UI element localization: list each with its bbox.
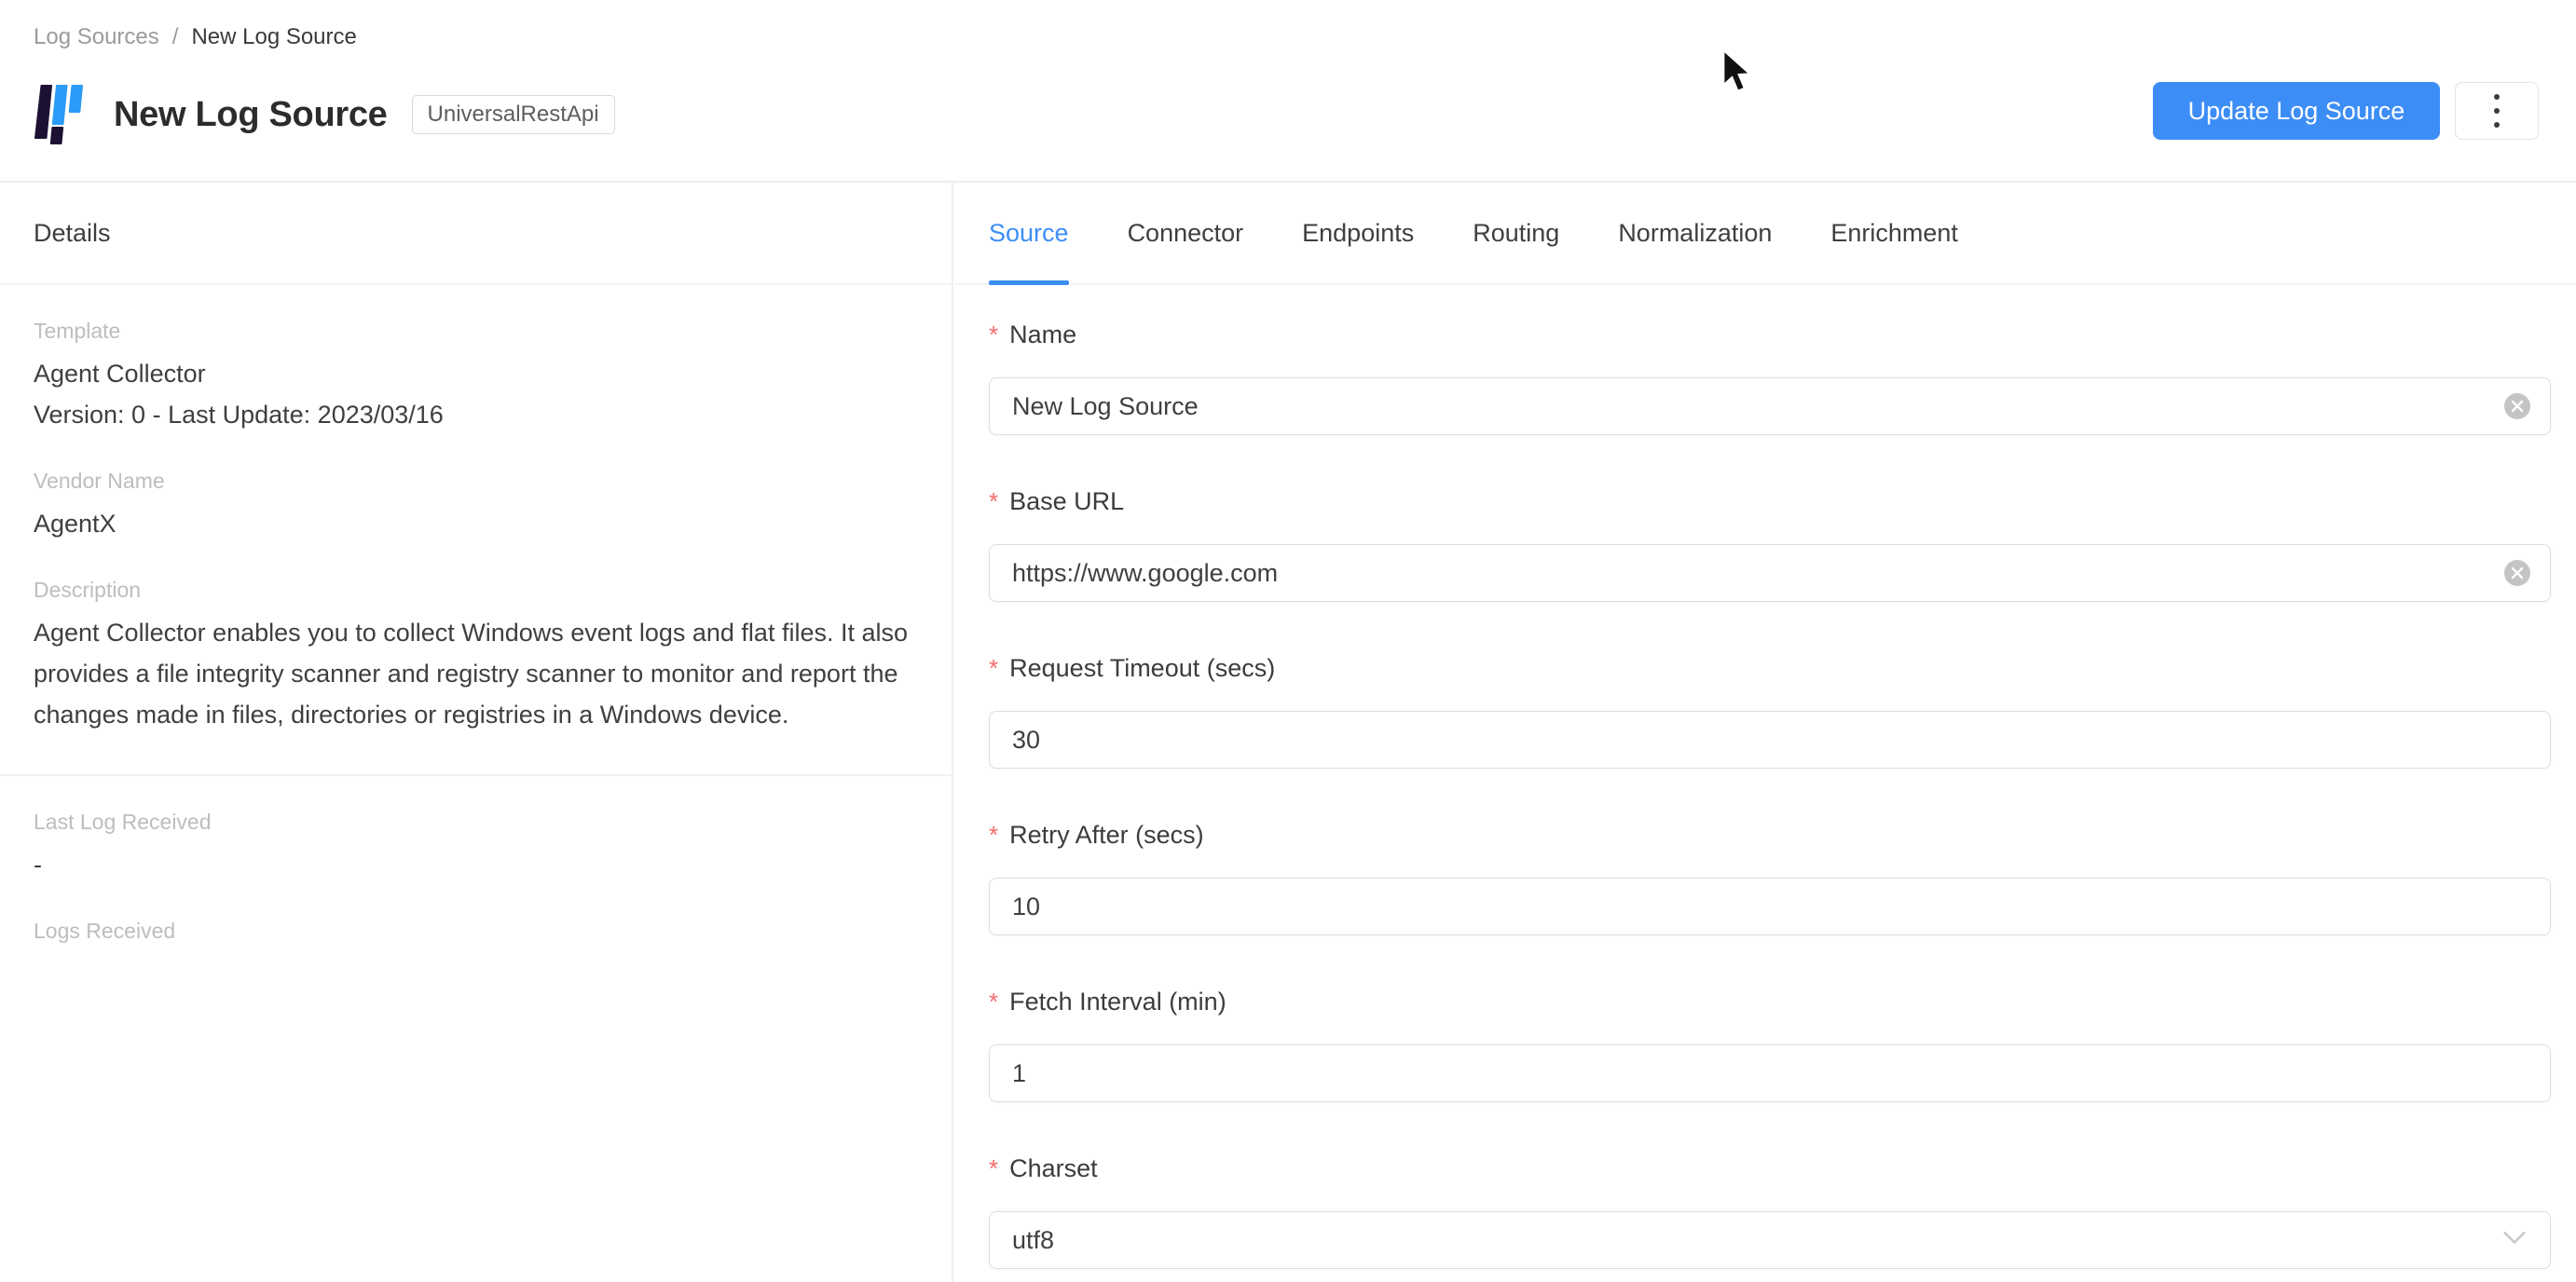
logpoint-logo-icon (34, 85, 88, 144)
last-log-received-value: - (34, 844, 918, 885)
template-section: Template Agent Collector Version: 0 - La… (34, 319, 918, 435)
fetch-interval-control (989, 1044, 2551, 1102)
name-label-text: Name (1009, 320, 1076, 349)
template-version: Version: 0 - Last Update: 2023/03/16 (34, 394, 918, 435)
details-sidebar: Details Template Agent Collector Version… (0, 183, 953, 1282)
chevron-down-icon (2502, 1231, 2527, 1250)
last-log-received-section: Last Log Received - (34, 810, 918, 885)
fetch-interval-label: * Fetch Interval (min) (989, 988, 2551, 1016)
page-header: Log Sources / New Log Source New Log Sou… (0, 0, 2576, 183)
log-source-type-badge: UniversalRestApi (412, 95, 615, 134)
fetch-interval-field-group: * Fetch Interval (min) (989, 988, 2551, 1102)
template-label: Template (34, 319, 918, 344)
kebab-menu-icon (2494, 94, 2500, 128)
charset-label: * Charset (989, 1154, 2551, 1183)
sidebar-divider (0, 774, 952, 776)
description-section: Description Agent Collector enables you … (34, 578, 918, 735)
tab-enrichment[interactable]: Enrichment (1830, 183, 1958, 283)
description-label: Description (34, 578, 918, 603)
base-url-input[interactable] (989, 544, 2551, 602)
base-url-field-group: * Base URL (989, 487, 2551, 602)
log-source-page: Log Sources / New Log Source New Log Sou… (0, 0, 2576, 1282)
vendor-name-value: AgentX (34, 503, 918, 544)
name-input[interactable] (989, 377, 2551, 435)
request-timeout-field-group: * Request Timeout (secs) (989, 654, 2551, 769)
template-name: Agent Collector (34, 353, 918, 394)
vendor-name-label: Vendor Name (34, 469, 918, 494)
request-timeout-label-text: Request Timeout (secs) (1009, 654, 1275, 683)
required-asterisk: * (989, 1154, 998, 1183)
clear-base-url-icon[interactable] (2504, 560, 2530, 586)
required-asterisk: * (989, 320, 998, 349)
charset-select[interactable] (989, 1211, 2551, 1269)
retry-after-field-group: * Retry After (secs) (989, 821, 2551, 935)
retry-after-label: * Retry After (secs) (989, 821, 2551, 850)
tab-normalization[interactable]: Normalization (1618, 183, 1772, 283)
request-timeout-input[interactable] (989, 711, 2551, 769)
title-row: New Log Source UniversalRestApi (34, 80, 615, 149)
charset-label-text: Charset (1009, 1154, 1098, 1183)
logs-received-label: Logs Received (34, 919, 918, 944)
name-label: * Name (989, 320, 2551, 349)
update-log-source-button[interactable]: Update Log Source (2153, 82, 2440, 140)
page-title: New Log Source (114, 95, 388, 135)
tab-bar: Source Connector Endpoints Routing Norma… (955, 183, 2576, 285)
main-panel: Source Connector Endpoints Routing Norma… (955, 183, 2576, 1282)
breadcrumb: Log Sources / New Log Source (34, 24, 357, 50)
vendor-section: Vendor Name AgentX (34, 469, 918, 544)
base-url-control (989, 544, 2551, 602)
base-url-label-text: Base URL (1009, 487, 1124, 516)
logs-received-section: Logs Received (34, 919, 918, 944)
tab-connector[interactable]: Connector (1128, 183, 1244, 283)
retry-after-label-text: Retry After (secs) (1009, 821, 1204, 850)
tab-source[interactable]: Source (989, 183, 1069, 283)
source-form: * Name * Base URL (955, 285, 2576, 1269)
details-sidebar-header: Details (0, 183, 952, 285)
request-timeout-control (989, 711, 2551, 769)
required-asterisk: * (989, 988, 998, 1016)
details-title: Details (34, 219, 111, 248)
required-asterisk: * (989, 821, 998, 850)
more-actions-button[interactable] (2455, 82, 2539, 140)
required-asterisk: * (989, 487, 998, 516)
breadcrumb-current: New Log Source (191, 24, 356, 50)
description-text: Agent Collector enables you to collect W… (34, 612, 918, 735)
charset-field-group: * Charset (989, 1154, 2551, 1269)
name-field-group: * Name (989, 320, 2551, 435)
clear-name-icon[interactable] (2504, 393, 2530, 419)
name-control (989, 377, 2551, 435)
fetch-interval-input[interactable] (989, 1044, 2551, 1102)
retry-after-input[interactable] (989, 878, 2551, 935)
last-log-received-label: Last Log Received (34, 810, 918, 835)
breadcrumb-log-sources[interactable]: Log Sources (34, 24, 159, 50)
header-actions: Update Log Source (2153, 82, 2539, 140)
charset-control (989, 1211, 2551, 1269)
breadcrumb-separator: / (172, 24, 179, 50)
tab-endpoints[interactable]: Endpoints (1302, 183, 1414, 283)
retry-after-control (989, 878, 2551, 935)
base-url-label: * Base URL (989, 487, 2551, 516)
fetch-interval-label-text: Fetch Interval (min) (1009, 988, 1226, 1016)
request-timeout-label: * Request Timeout (secs) (989, 654, 2551, 683)
details-sidebar-body: Template Agent Collector Version: 0 - La… (0, 285, 952, 1011)
required-asterisk: * (989, 654, 998, 683)
tab-routing[interactable]: Routing (1473, 183, 1559, 283)
